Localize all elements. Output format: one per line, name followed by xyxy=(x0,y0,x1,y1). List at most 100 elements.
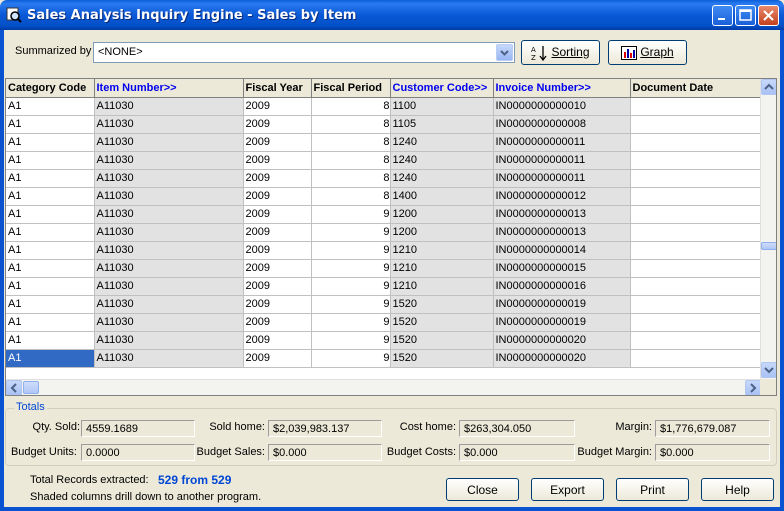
table-row[interactable]: A1 A11030 2009 9 1520 IN0000000000019 xyxy=(6,313,763,332)
cell-period[interactable]: 9 xyxy=(311,277,391,296)
table-row[interactable]: A1 A11030 2009 9 1210 IN0000000000015 xyxy=(6,259,763,278)
cell-cust[interactable]: 1520 xyxy=(390,349,494,368)
vertical-scrollbar[interactable] xyxy=(760,79,776,379)
cell-item[interactable]: A11030 xyxy=(94,241,244,260)
cell-period[interactable]: 9 xyxy=(311,313,391,332)
cell-item[interactable]: A11030 xyxy=(94,223,244,242)
cell-inv[interactable]: IN0000000000019 xyxy=(493,313,631,332)
column-header-document-date[interactable]: Document Date xyxy=(630,79,763,98)
cell-cust[interactable]: 1200 xyxy=(390,223,494,242)
cell-date[interactable] xyxy=(630,259,763,278)
cell-cust[interactable]: 1520 xyxy=(390,295,494,314)
cell-year[interactable]: 2009 xyxy=(243,241,312,260)
cell-cust[interactable]: 1200 xyxy=(390,205,494,224)
sorting-button[interactable]: A Z Sorting xyxy=(521,40,600,65)
cell-cat[interactable]: A1 xyxy=(6,277,95,296)
cell-year[interactable]: 2009 xyxy=(243,97,312,116)
cell-item[interactable]: A11030 xyxy=(94,277,244,296)
cell-year[interactable]: 2009 xyxy=(243,133,312,152)
horizontal-scroll-thumb[interactable] xyxy=(23,381,39,394)
cell-cat[interactable]: A1 xyxy=(6,97,95,116)
cell-period[interactable]: 8 xyxy=(311,187,391,206)
cell-date[interactable] xyxy=(630,205,763,224)
cell-period[interactable]: 9 xyxy=(311,295,391,314)
cell-cat[interactable]: A1 xyxy=(6,349,95,368)
cell-year[interactable]: 2009 xyxy=(243,349,312,368)
cell-date[interactable] xyxy=(630,349,763,368)
cell-date[interactable] xyxy=(630,223,763,242)
cell-inv[interactable]: IN0000000000014 xyxy=(493,241,631,260)
cell-inv[interactable]: IN0000000000013 xyxy=(493,223,631,242)
cell-item[interactable]: A11030 xyxy=(94,331,244,350)
cell-cat[interactable]: A1 xyxy=(6,259,95,278)
table-row[interactable]: A1 A11030 2009 9 1520 IN0000000000019 xyxy=(6,295,763,314)
cell-cust[interactable]: 1210 xyxy=(390,277,494,296)
cell-cat[interactable]: A1 xyxy=(6,133,95,152)
cell-cust[interactable]: 1210 xyxy=(390,241,494,260)
cell-period[interactable]: 9 xyxy=(311,241,391,260)
cell-item[interactable]: A11030 xyxy=(94,295,244,314)
cell-item[interactable]: A11030 xyxy=(94,349,244,368)
cell-cat[interactable]: A1 xyxy=(6,187,95,206)
cell-period[interactable]: 9 xyxy=(311,331,391,350)
close-button[interactable]: Close xyxy=(446,478,519,501)
cell-cat[interactable]: A1 xyxy=(6,115,95,134)
cell-period[interactable]: 9 xyxy=(311,205,391,224)
cell-inv[interactable]: IN0000000000008 xyxy=(493,115,631,134)
minimize-button[interactable] xyxy=(712,5,733,26)
cell-cust[interactable]: 1105 xyxy=(390,115,494,134)
cell-inv[interactable]: IN0000000000011 xyxy=(493,133,631,152)
cell-date[interactable] xyxy=(630,133,763,152)
cell-inv[interactable]: IN0000000000011 xyxy=(493,169,631,188)
cell-year[interactable]: 2009 xyxy=(243,115,312,134)
cell-period[interactable]: 8 xyxy=(311,169,391,188)
cell-item[interactable]: A11030 xyxy=(94,97,244,116)
cell-inv[interactable]: IN0000000000016 xyxy=(493,277,631,296)
cell-date[interactable] xyxy=(630,241,763,260)
cell-year[interactable]: 2009 xyxy=(243,223,312,242)
column-header-invoice-number[interactable]: Invoice Number>> xyxy=(493,79,631,98)
table-row[interactable]: A1 A11030 2009 8 1100 IN0000000000010 xyxy=(6,97,763,116)
cell-year[interactable]: 2009 xyxy=(243,331,312,350)
close-window-button[interactable] xyxy=(758,5,779,26)
cell-cust[interactable]: 1520 xyxy=(390,313,494,332)
cell-year[interactable]: 2009 xyxy=(243,277,312,296)
cell-cust[interactable]: 1240 xyxy=(390,133,494,152)
column-header-fiscal-year[interactable]: Fiscal Year xyxy=(243,79,312,98)
cell-date[interactable] xyxy=(630,187,763,206)
summarized-by-select[interactable]: <NONE> xyxy=(93,42,515,63)
cell-inv[interactable]: IN0000000000019 xyxy=(493,295,631,314)
cell-date[interactable] xyxy=(630,169,763,188)
cell-item[interactable]: A11030 xyxy=(94,133,244,152)
cell-period[interactable]: 8 xyxy=(311,97,391,116)
column-header-item-number[interactable]: Item Number>> xyxy=(94,79,244,98)
scroll-up-button[interactable] xyxy=(761,79,776,95)
cell-period[interactable]: 8 xyxy=(311,133,391,152)
cell-cust[interactable]: 1240 xyxy=(390,169,494,188)
cell-cat[interactable]: A1 xyxy=(6,313,95,332)
print-button[interactable]: Print xyxy=(616,478,689,501)
table-row[interactable]: A1 A11030 2009 9 1210 IN0000000000016 xyxy=(6,277,763,296)
cell-period[interactable]: 8 xyxy=(311,115,391,134)
cell-date[interactable] xyxy=(630,115,763,134)
table-row[interactable]: A1 A11030 2009 8 1400 IN0000000000012 xyxy=(6,187,763,206)
vertical-scroll-thumb[interactable] xyxy=(761,242,776,250)
column-header-fiscal-period[interactable]: Fiscal Period xyxy=(311,79,391,98)
table-row[interactable]: A1 A11030 2009 8 1240 IN0000000000011 xyxy=(6,133,763,152)
sales-grid[interactable]: Category Code Item Number>> Fiscal Year … xyxy=(5,78,777,396)
cell-item[interactable]: A11030 xyxy=(94,205,244,224)
cell-year[interactable]: 2009 xyxy=(243,187,312,206)
cell-year[interactable]: 2009 xyxy=(243,259,312,278)
cell-year[interactable]: 2009 xyxy=(243,205,312,224)
cell-item[interactable]: A11030 xyxy=(94,169,244,188)
cell-item[interactable]: A11030 xyxy=(94,187,244,206)
cell-cust[interactable]: 1210 xyxy=(390,259,494,278)
cell-period[interactable]: 9 xyxy=(311,259,391,278)
cell-item[interactable]: A11030 xyxy=(94,259,244,278)
horizontal-scrollbar[interactable] xyxy=(6,379,762,395)
cell-date[interactable] xyxy=(630,331,763,350)
cell-inv[interactable]: IN0000000000020 xyxy=(493,331,631,350)
cell-year[interactable]: 2009 xyxy=(243,295,312,314)
cell-cat[interactable]: A1 xyxy=(6,223,95,242)
cell-cust[interactable]: 1240 xyxy=(390,151,494,170)
